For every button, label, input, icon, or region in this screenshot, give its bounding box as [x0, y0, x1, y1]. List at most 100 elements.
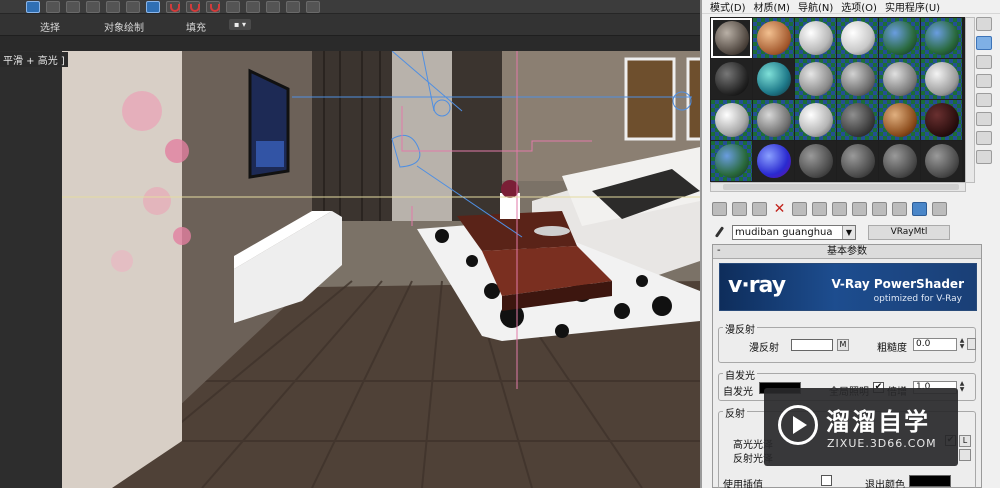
sample-slot[interactable] [753, 100, 794, 140]
menu-navigation[interactable]: 导航(N) [798, 0, 833, 14]
sample-slot[interactable] [753, 141, 794, 181]
ribbon-tab-object-paint[interactable]: 对象绘制 [104, 19, 144, 34]
menu-mode[interactable]: 模式(D) [710, 0, 746, 14]
lock-button[interactable]: L [959, 435, 971, 447]
make-unique-icon[interactable] [812, 202, 827, 216]
show-map-in-viewport-icon[interactable] [872, 202, 887, 216]
sample-slot[interactable] [711, 18, 752, 58]
use-interpolation-checkbox[interactable] [821, 475, 832, 486]
sample-sphere-icon[interactable] [976, 17, 992, 31]
make-preview-icon[interactable] [976, 112, 992, 126]
sample-slot[interactable] [795, 100, 836, 140]
ribbon-tab-populate[interactable]: 填充 [186, 19, 206, 34]
sample-slot[interactable] [921, 59, 962, 99]
sample-slot[interactable] [711, 100, 752, 140]
backlight-icon[interactable] [976, 36, 992, 50]
reset-map-icon[interactable]: ✕ [772, 202, 787, 216]
select-by-material-icon[interactable] [976, 150, 992, 164]
material-sphere [799, 21, 833, 55]
material-sphere [757, 62, 791, 96]
sample-slot[interactable] [837, 59, 878, 99]
material-editor-button[interactable] [286, 0, 300, 13]
assign-to-selection-icon[interactable] [752, 202, 767, 216]
slots-vertical-scrollbar[interactable] [965, 17, 975, 183]
menu-utilities[interactable]: 实用程序(U) [885, 0, 940, 14]
snap-toggle-icon[interactable] [166, 0, 180, 13]
material-type-button[interactable]: VRayMtl [868, 224, 950, 240]
sample-slot[interactable] [711, 59, 752, 99]
sample-slot[interactable] [711, 141, 752, 181]
move-tool-button[interactable] [86, 0, 100, 13]
reflection-gloss-map-button[interactable] [959, 449, 971, 461]
percent-snap-icon[interactable] [206, 0, 220, 13]
show-end-result-icon[interactable] [892, 202, 907, 216]
put-to-library-icon[interactable] [832, 202, 847, 216]
roughness-spinner-arrows[interactable]: ▲ ▼ [958, 338, 966, 351]
material-id-channel-icon[interactable] [852, 202, 867, 216]
select-tool-button[interactable] [26, 0, 40, 13]
sample-slot[interactable] [879, 141, 920, 181]
multiplier-spinner-arrows[interactable]: ▲ ▼ [958, 381, 966, 394]
sample-slot[interactable] [921, 141, 962, 181]
menu-options[interactable]: 选项(O) [841, 0, 877, 14]
rotate-tool-button[interactable] [106, 0, 120, 13]
select-circle-button[interactable] [66, 0, 80, 13]
material-toolbar: ✕ [712, 202, 947, 216]
eyedropper-icon[interactable] [712, 225, 726, 239]
sample-uv-icon[interactable] [976, 74, 992, 88]
background-icon[interactable] [976, 55, 992, 69]
viewport[interactable]: 平滑 + 高光 ] [0, 51, 700, 488]
ribbon-dropdown-button[interactable]: ▪ ▾ [229, 19, 251, 30]
self-illum-label: 自发光 [723, 387, 753, 398]
sample-slot[interactable] [879, 100, 920, 140]
reflection-group-title: 反射 [723, 405, 747, 420]
video-color-check-icon[interactable] [976, 93, 992, 107]
diffuse-map-button[interactable]: M [837, 339, 849, 351]
render-setup-button[interactable] [306, 0, 320, 13]
sample-slot[interactable] [837, 141, 878, 181]
sample-slot[interactable] [837, 100, 878, 140]
watermark-url: ZIXUE.3D66.COM [827, 437, 937, 450]
go-forward-sibling-icon[interactable] [932, 202, 947, 216]
roughness-spinner[interactable]: 0.0 [913, 338, 957, 351]
exit-color-swatch[interactable] [909, 475, 951, 487]
diffuse-color-swatch[interactable] [791, 339, 833, 351]
sample-slot[interactable] [837, 18, 878, 58]
material-sphere [715, 144, 749, 178]
align-button[interactable] [266, 0, 280, 13]
vray-banner-subtitle: optimized for V-Ray [873, 294, 962, 304]
get-material-icon[interactable] [712, 202, 727, 216]
viewport-shading-label[interactable]: 平滑 + 高光 ] [0, 52, 68, 67]
sample-slot[interactable] [795, 18, 836, 58]
select-region-button[interactable] [46, 0, 60, 13]
sample-slot[interactable] [879, 59, 920, 99]
mirror-button[interactable] [246, 0, 260, 13]
sample-slot[interactable] [795, 141, 836, 181]
material-sphere [799, 144, 833, 178]
slots-horizontal-scrollbar[interactable] [710, 182, 966, 192]
viewport-scene[interactable] [62, 51, 700, 488]
chevron-down-icon[interactable]: ▼ [842, 225, 855, 239]
menu-material[interactable]: 材质(M) [754, 0, 790, 14]
copy-material-icon[interactable] [792, 202, 807, 216]
material-name-input[interactable]: mudiban guanghua ▼ [732, 224, 856, 240]
reference-coord-button[interactable] [146, 0, 160, 13]
named-selection-button[interactable] [226, 0, 240, 13]
sample-slot[interactable] [753, 18, 794, 58]
options-icon[interactable] [976, 131, 992, 145]
roughness-map-button[interactable] [967, 338, 976, 350]
rollout-title[interactable]: 基本参数 [713, 244, 981, 259]
material-sphere [841, 144, 875, 178]
sample-slot[interactable] [921, 18, 962, 58]
angle-snap-icon[interactable] [186, 0, 200, 13]
viewport-header-strip [0, 36, 700, 51]
scrollbar-thumb[interactable] [723, 184, 959, 190]
sample-slot[interactable] [879, 18, 920, 58]
sample-slot[interactable] [921, 100, 962, 140]
scale-tool-button[interactable] [126, 0, 140, 13]
go-to-parent-icon[interactable] [912, 202, 927, 216]
put-to-scene-icon[interactable] [732, 202, 747, 216]
sample-slot[interactable] [795, 59, 836, 99]
sample-slot[interactable] [753, 59, 794, 99]
ribbon-tab-select[interactable]: 选择 [40, 19, 60, 34]
